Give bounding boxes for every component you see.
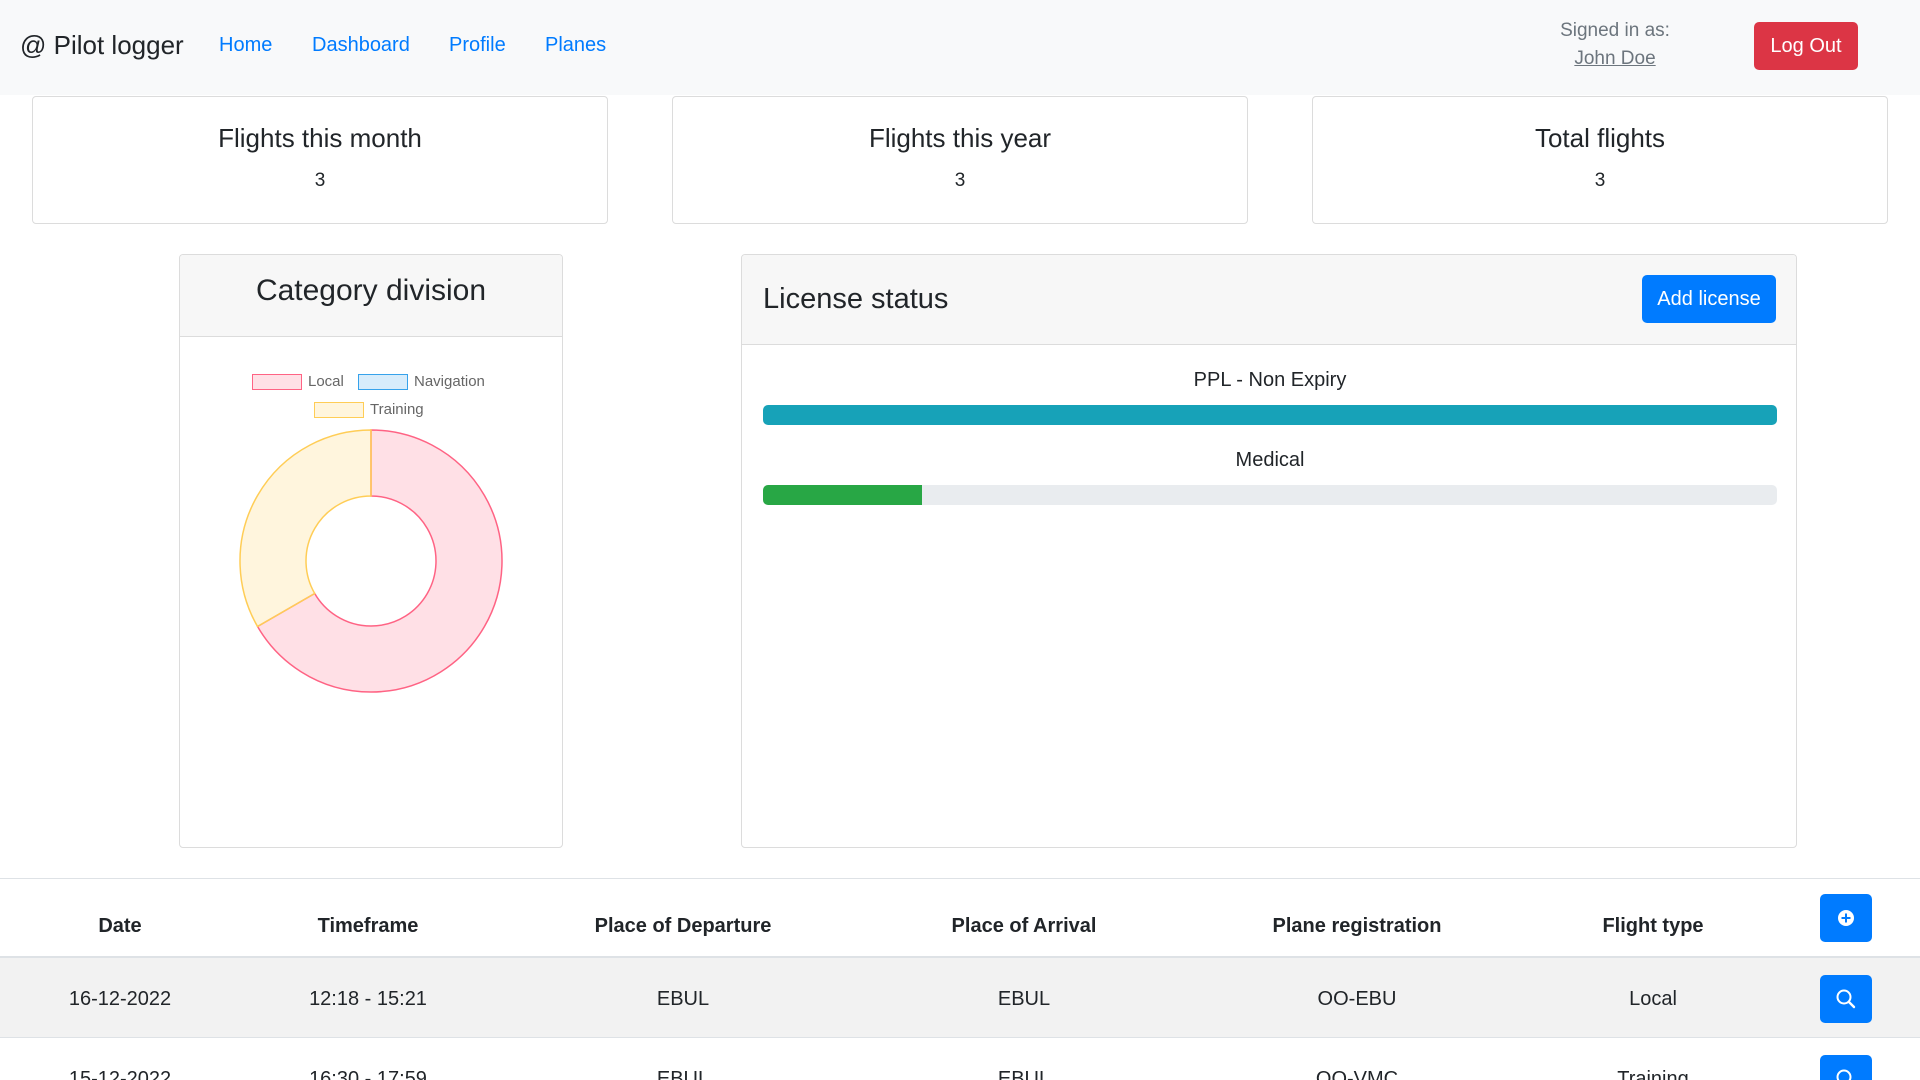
license-progress-medical — [763, 485, 1777, 505]
category-card: Category division Local Navigation Train… — [179, 254, 563, 848]
stat-title: Flights this year — [868, 123, 1052, 153]
search-icon — [1836, 989, 1856, 1009]
stat-card-year: Flights this year 3 — [672, 96, 1248, 224]
flights-table: Date Timeframe Place of Departure Place … — [0, 878, 1920, 1080]
legend-item-training[interactable]: Training — [314, 401, 424, 419]
cell-date: 16-12-2022 — [68, 988, 172, 1010]
app-brand[interactable]: @ Pilot logger — [20, 30, 184, 61]
cell-date: 15-12-2022 — [68, 1068, 172, 1080]
progress-fill — [763, 485, 923, 505]
legend-label: Training — [370, 401, 424, 418]
legend-swatch — [252, 374, 302, 391]
signed-in-label: Signed in as: — [1560, 20, 1670, 41]
donut-slice-training[interactable] — [239, 429, 372, 628]
cell-plane: OO-EBU — [1317, 988, 1397, 1010]
license-card: License status Add license PPL - Non Exp… — [741, 254, 1797, 848]
license-progress-ppl — [763, 405, 1777, 425]
license-label-medical: Medical — [1235, 449, 1305, 471]
column-header-timeframe: Timeframe — [317, 915, 419, 937]
view-flight-button[interactable] — [1820, 1055, 1872, 1080]
nav-dashboard-link[interactable]: Dashboard — [312, 34, 410, 57]
legend-swatch — [358, 374, 408, 391]
nav-profile-link[interactable]: Profile — [449, 34, 506, 57]
navbar: @ Pilot logger Home Dashboard Profile Pl… — [0, 0, 1920, 95]
cell-departure: EBUL — [656, 1068, 710, 1080]
stat-value: 3 — [1594, 170, 1606, 191]
plus-circle-icon — [1838, 910, 1854, 926]
category-donut-chart[interactable] — [237, 427, 505, 695]
stat-card-month: Flights this month 3 — [32, 96, 608, 224]
license-header: License status Add license — [742, 255, 1796, 345]
column-header-arrival: Place of Arrival — [951, 915, 1097, 937]
legend-swatch — [314, 402, 364, 419]
nav-planes-link[interactable]: Planes — [545, 34, 606, 57]
cell-departure: EBUL — [656, 988, 710, 1010]
cell-timeframe: 12:18 - 15:21 — [309, 988, 427, 1010]
legend-item-navigation[interactable]: Navigation — [358, 373, 485, 391]
column-header-plane: Plane registration — [1272, 915, 1442, 937]
cell-timeframe: 16:30 - 17:59 — [309, 1068, 427, 1080]
search-icon — [1836, 1069, 1852, 1080]
table-row: 16-12-2022 12:18 - 15:21 EBUL EBUL OO-EB… — [0, 958, 1920, 1038]
view-flight-button[interactable] — [1820, 975, 1872, 1023]
signed-in-info: Signed in as: John Doe — [1560, 20, 1670, 70]
stat-card-total: Total flights 3 — [1312, 96, 1888, 224]
add-flight-button[interactable] — [1820, 894, 1872, 942]
stat-value: 3 — [314, 170, 326, 191]
legend-item-local[interactable]: Local — [252, 373, 344, 391]
legend-label: Navigation — [414, 373, 485, 390]
nav-home-link[interactable]: Home — [219, 34, 272, 57]
cell-plane: OO-VMC — [1315, 1068, 1399, 1080]
stat-value: 3 — [954, 170, 966, 191]
column-header-flight-type: Flight type — [1602, 915, 1704, 937]
cell-arrival: EBUL — [997, 988, 1051, 1010]
column-header-date: Date — [98, 915, 142, 937]
user-name-link[interactable]: John Doe — [1560, 48, 1670, 70]
cell-flight-type: Local — [1629, 988, 1677, 1010]
stat-title: Total flights — [1534, 123, 1666, 153]
legend-label: Local — [308, 373, 344, 390]
cell-arrival: EBUL — [997, 1068, 1051, 1080]
column-header-departure: Place of Departure — [594, 915, 772, 937]
logout-button[interactable]: Log Out — [1754, 22, 1858, 70]
table-header: Date Timeframe Place of Departure Place … — [0, 879, 1920, 958]
table-row: 15-12-2022 16:30 - 17:59 EBUL EBUL OO-VM… — [0, 1038, 1920, 1080]
license-label-ppl: PPL - Non Expiry — [1193, 369, 1347, 391]
add-license-button[interactable]: Add license — [1642, 275, 1776, 323]
cell-flight-type: Training — [1617, 1068, 1689, 1080]
category-title: Category division — [180, 255, 562, 337]
stat-title: Flights this month — [218, 123, 422, 153]
license-title: License status — [763, 283, 949, 315]
progress-fill — [763, 405, 1777, 425]
